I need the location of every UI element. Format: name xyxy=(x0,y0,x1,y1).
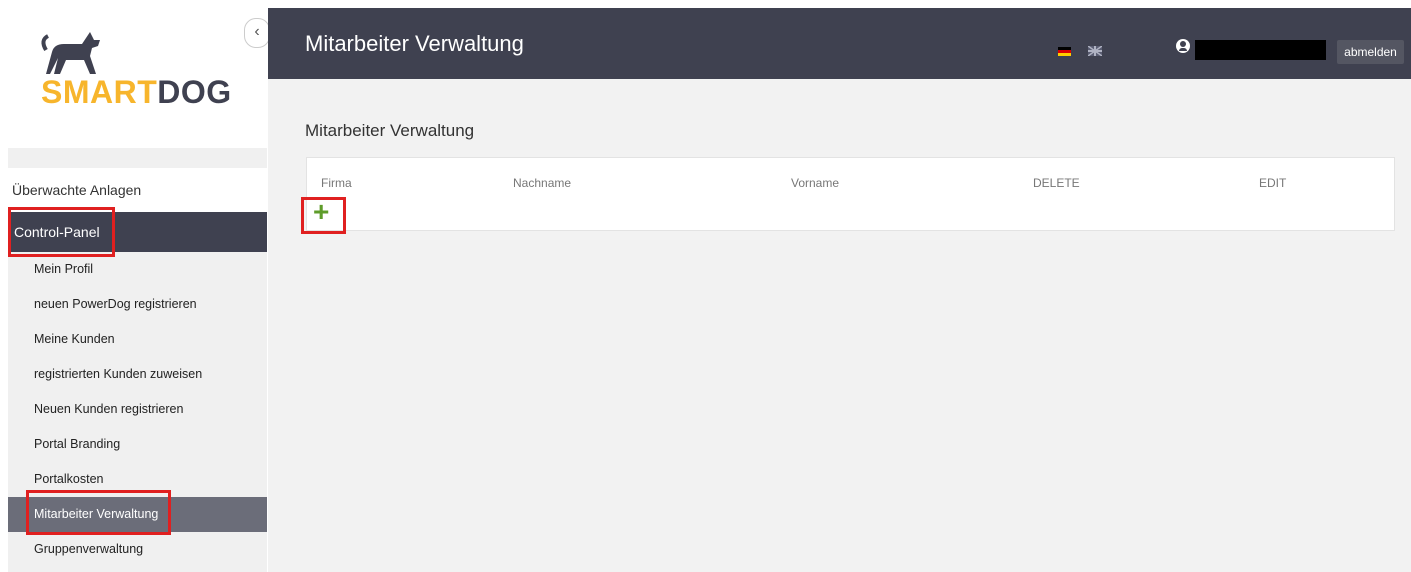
sidebar-item-mein-profil[interactable]: Mein Profil xyxy=(8,252,267,287)
sidebar-item-label: Gruppenverwaltung xyxy=(34,542,144,556)
column-header-firma[interactable]: Firma xyxy=(321,176,352,190)
sidebar-item-label: neuen PowerDog registrieren xyxy=(34,297,197,311)
logo-area: SMARTDOG xyxy=(8,8,267,148)
sidebar-collapse-button[interactable]: ‹ xyxy=(244,18,270,48)
sidebar-item-label: registrierten Kunden zuweisen xyxy=(34,367,203,381)
sidebar-item-label: Mein Profil xyxy=(34,262,94,276)
sidebar-item-ueberwachte-anlagen[interactable]: Überwachte Anlagen xyxy=(8,168,267,212)
logo-part-smart: SMART xyxy=(41,74,158,110)
sidebar-item-kunden-registrieren[interactable]: Neuen Kunden registrieren xyxy=(8,392,267,427)
sidebar-item-kunden-zuweisen[interactable]: registrierten Kunden zuweisen xyxy=(8,357,267,392)
sidebar-item-portal-branding[interactable]: Portal Branding xyxy=(8,427,267,462)
sidebar-item-label: Meine Kunden xyxy=(34,332,115,346)
dog-logo-icon xyxy=(41,32,100,74)
sidebar: SMARTDOG ‹ Überwachte Anlagen Control-Pa… xyxy=(8,8,270,572)
column-header-vorname[interactable]: Vorname xyxy=(791,176,839,190)
logo-wordmark: SMARTDOG xyxy=(41,74,232,111)
chevron-left-icon: ‹ xyxy=(254,23,260,40)
german-flag-icon[interactable] xyxy=(1058,47,1071,56)
sidebar-item-label: Portal Branding xyxy=(34,437,121,451)
column-header-edit[interactable]: EDIT xyxy=(1259,176,1286,190)
annotation-box-add xyxy=(301,197,346,234)
sidebar-item-label: Neuen Kunden registrieren xyxy=(34,402,184,416)
employee-table-card: Firma Nachname Vorname DELETE EDIT + xyxy=(306,157,1395,231)
sidebar-item-gruppenverwaltung[interactable]: Gruppenverwaltung xyxy=(8,532,267,567)
main-content: Mitarbeiter Verwaltung Firma Nachname Vo… xyxy=(268,79,1411,572)
logout-button[interactable]: abmelden xyxy=(1337,40,1404,64)
annotation-box-mitarbeiter-verwaltung xyxy=(26,490,171,535)
page-title: Mitarbeiter Verwaltung xyxy=(305,121,475,140)
column-header-delete[interactable]: DELETE xyxy=(1033,176,1080,190)
sidebar-item-label: Portalkosten xyxy=(34,472,104,486)
annotation-box-control-panel xyxy=(8,207,115,257)
uk-flag-icon[interactable] xyxy=(1087,45,1103,57)
top-header: Mitarbeiter Verwaltung abmelden xyxy=(268,8,1411,79)
sidebar-item-meine-kunden[interactable]: Meine Kunden xyxy=(8,322,267,357)
user-circle-icon xyxy=(1176,39,1190,53)
sidebar-item-label: Überwachte Anlagen xyxy=(12,182,142,198)
username-redacted xyxy=(1195,40,1326,60)
header-title: Mitarbeiter Verwaltung xyxy=(305,31,524,56)
logo-part-dog: DOG xyxy=(157,74,232,110)
sidebar-item-powerdog-registrieren[interactable]: neuen PowerDog registrieren xyxy=(8,287,267,322)
column-header-nachname[interactable]: Nachname xyxy=(513,176,571,190)
